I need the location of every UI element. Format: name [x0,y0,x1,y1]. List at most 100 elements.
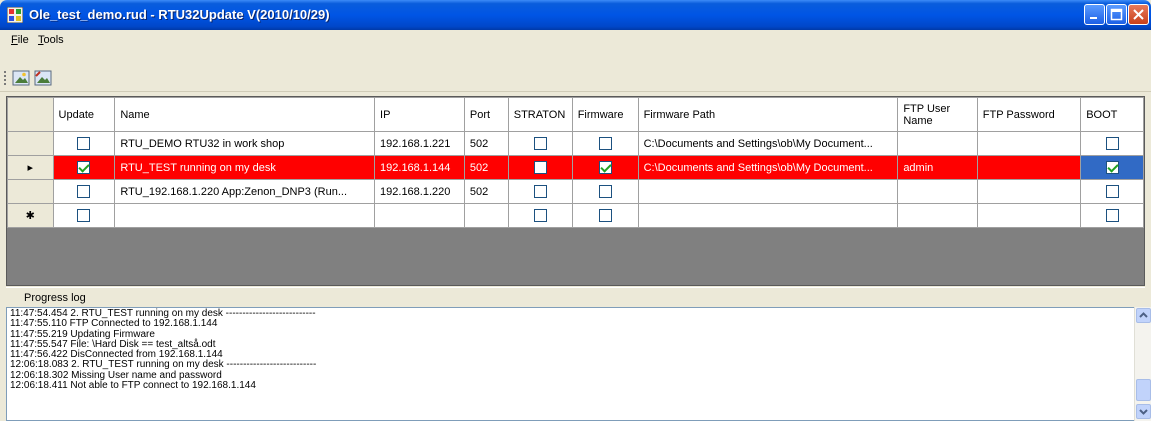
minimize-icon [1090,17,1097,19]
image-icon[interactable] [12,70,30,86]
name-cell[interactable]: RTU_TEST running on my desk [114,155,376,180]
firmware-checkbox[interactable] [598,209,612,222]
straton-cell[interactable] [507,131,573,156]
boot-cell[interactable] [1080,203,1144,228]
log-line: 12:06:18.411 Not able to FTP connect to … [10,380,256,392]
ftp-user-cell[interactable] [897,131,978,156]
row-header[interactable]: ✱ [7,203,54,228]
name-cell[interactable]: RTU_192.168.1.220 App:Zenon_DNP3 (Run... [114,179,376,204]
corner-header[interactable] [7,97,54,132]
table-row[interactable]: RTU_DEMO RTU32 in work shop 192.168.1.221… [7,131,1144,156]
scroll-up-button[interactable] [1136,308,1151,323]
table-row[interactable]: ▸ RTU_TEST running on my desk 192.168.1.14… [7,155,1144,180]
log-scrollbar[interactable] [1134,307,1151,421]
ftp-user-cell[interactable] [897,179,978,204]
boot-checkbox[interactable] [1105,185,1119,198]
ftp-password-cell[interactable] [976,155,1082,180]
update-cell[interactable] [52,179,116,204]
straton-checkbox[interactable] [533,185,547,198]
ftp-user-cell[interactable]: admin [897,155,978,180]
firmware-path-cell[interactable] [637,203,899,228]
image-edit-icon[interactable] [34,70,52,86]
firmware-cell[interactable] [571,155,639,180]
update-checkbox[interactable] [77,185,91,198]
firmware-checkbox[interactable] [598,161,612,174]
straton-checkbox[interactable] [533,137,547,150]
update-cell[interactable] [52,131,116,156]
close-icon [1133,9,1144,20]
firmware-cell[interactable] [571,203,639,228]
column-header-firmware-path[interactable]: Firmware Path [637,97,899,132]
menu-bar: File Tools [0,30,1151,52]
toolbar-grip[interactable] [3,70,6,86]
firmware-cell[interactable] [571,179,639,204]
ftp-password-cell[interactable] [976,203,1082,228]
ip-cell[interactable] [374,203,465,228]
update-cell[interactable] [52,155,116,180]
column-header-firmware[interactable]: Firmware [571,97,639,132]
straton-checkbox[interactable] [533,161,547,174]
update-cell[interactable] [52,203,116,228]
ftp-password-cell[interactable] [976,179,1082,204]
ftp-password-cell[interactable] [976,131,1082,156]
firmware-path-cell[interactable]: C:\Documents and Settings\ob\My Document… [637,131,899,156]
chevron-up-icon [1139,312,1148,318]
column-header-boot[interactable]: BOOT [1080,97,1144,132]
update-checkbox[interactable] [77,161,91,174]
boot-checkbox[interactable] [1105,209,1119,222]
update-checkbox[interactable] [77,209,91,222]
firmware-cell[interactable] [571,131,639,156]
firmware-checkbox[interactable] [598,185,612,198]
column-header-port[interactable]: Port [463,97,509,132]
update-checkbox[interactable] [77,137,91,150]
row-header[interactable]: ▸ [7,155,54,180]
minimize-button[interactable] [1084,4,1105,25]
scroll-down-button[interactable] [1136,404,1151,419]
maximize-button[interactable] [1106,4,1127,25]
firmware-checkbox[interactable] [598,137,612,150]
scroll-thumb[interactable] [1136,379,1151,401]
menu-file[interactable]: File [11,34,29,46]
boot-checkbox[interactable] [1105,137,1119,150]
name-cell[interactable]: RTU_DEMO RTU32 in work shop [114,131,376,156]
ftp-user-cell[interactable] [897,203,978,228]
column-header-straton[interactable]: STRATON [507,97,573,132]
title-bar[interactable]: Ole_test_demo.rud - RTU32Update V(2010/1… [0,0,1151,30]
straton-cell[interactable] [507,179,573,204]
port-cell[interactable] [463,203,509,228]
straton-cell[interactable] [507,155,573,180]
rtu-grid[interactable]: Update Name IP Port STRATON Firmware Fir… [6,96,1145,286]
app-icon [7,7,23,23]
column-header-ftp-password[interactable]: FTP Password [976,97,1082,132]
port-cell[interactable]: 502 [463,131,509,156]
table-row[interactable]: ✱ [7,203,1144,228]
column-header-ftp-user[interactable]: FTP User Name [897,97,978,132]
row-header[interactable] [7,131,54,156]
grid-body: RTU_DEMO RTU32 in work shop 192.168.1.221… [7,131,1144,228]
column-header-update[interactable]: Update [52,97,116,132]
firmware-path-cell[interactable] [637,179,899,204]
port-cell[interactable]: 502 [463,155,509,180]
boot-cell[interactable] [1080,131,1144,156]
menu-tools[interactable]: Tools [38,34,64,46]
straton-checkbox[interactable] [533,209,547,222]
maximize-icon [1110,8,1123,21]
name-cell[interactable] [114,203,376,228]
ip-cell[interactable]: 192.168.1.221 [374,131,465,156]
boot-cell[interactable] [1080,179,1144,204]
boot-cell[interactable] [1080,155,1144,180]
row-header[interactable] [7,179,54,204]
port-cell[interactable]: 502 [463,179,509,204]
boot-checkbox[interactable] [1105,161,1119,174]
close-button[interactable] [1128,4,1149,25]
ip-cell[interactable]: 192.168.1.220 [374,179,465,204]
menu-file-mnemonic: F [11,34,18,46]
column-header-ip[interactable]: IP [374,97,465,132]
ip-cell[interactable]: 192.168.1.144 [374,155,465,180]
table-row[interactable]: RTU_192.168.1.220 App:Zenon_DNP3 (Run...… [7,179,1144,204]
column-header-name[interactable]: Name [114,97,376,132]
straton-cell[interactable] [507,203,573,228]
progress-log-label: Progress log [6,287,1145,307]
progress-log[interactable]: 11:47:54.454 2. RTU_TEST running on my d… [6,307,1145,421]
firmware-path-cell[interactable]: C:\Documents and Settings\ob\My Document… [637,155,899,180]
